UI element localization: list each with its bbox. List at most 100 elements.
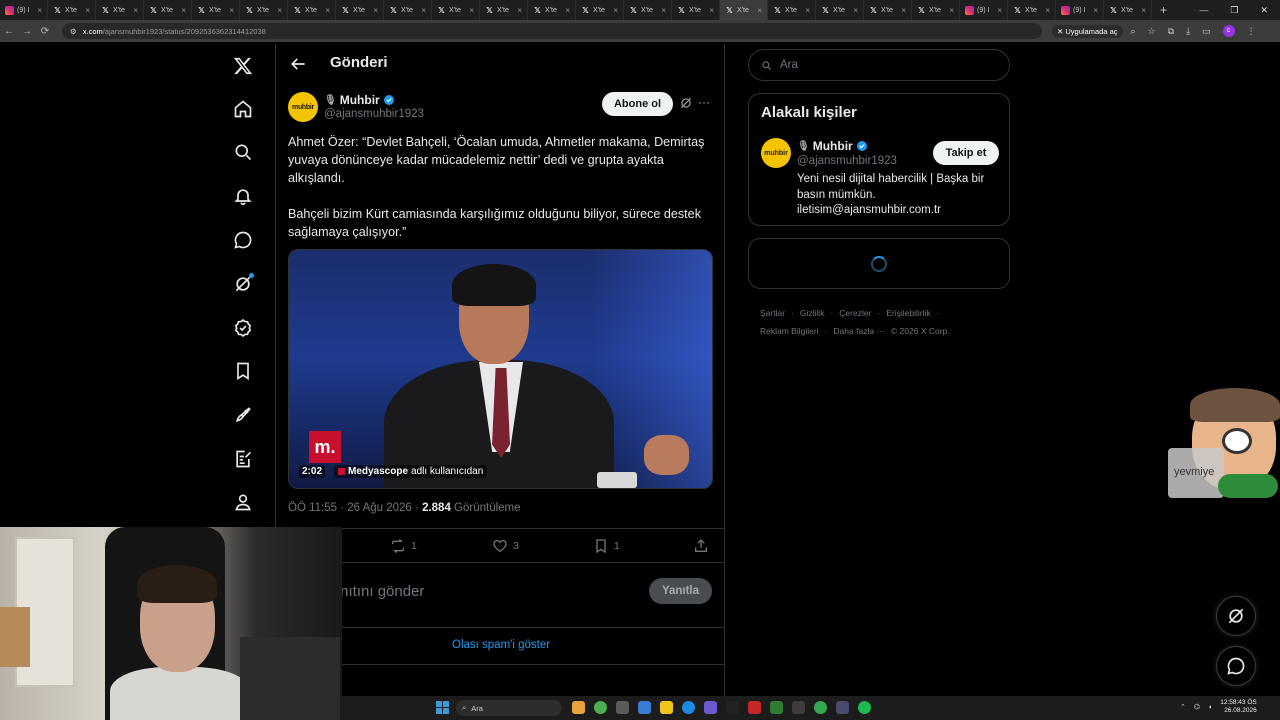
browser-tab[interactable]: 𝕏 X'te × xyxy=(768,0,816,20)
tab-close-icon[interactable]: × xyxy=(277,6,282,15)
tab-close-icon[interactable]: × xyxy=(373,6,378,15)
forward-nav-icon[interactable]: → xyxy=(18,26,36,37)
chrome-active-app-icon[interactable] xyxy=(814,701,827,714)
footer-link[interactable]: Çerezler xyxy=(839,308,871,318)
taskbar-clock[interactable]: 12:58:43 ÖS 26.08.2026 xyxy=(1220,699,1257,715)
browser-tab[interactable]: 𝕏 X'te × xyxy=(48,0,96,20)
footer-link[interactable]: Şartlar xyxy=(760,308,785,318)
tab-close-icon[interactable]: × xyxy=(997,6,1002,15)
browser-tab[interactable]: 𝕏 X'te × xyxy=(816,0,864,20)
repost-button[interactable]: 1 xyxy=(390,538,417,554)
browser-tab[interactable]: (9) I × xyxy=(1056,0,1104,20)
browser-tab[interactable]: 𝕏 X'te × xyxy=(864,0,912,20)
reply-input[interactable]: ınıtını gönder xyxy=(336,583,424,600)
chrome-app-icon[interactable] xyxy=(594,701,607,714)
tab-close-icon[interactable]: × xyxy=(421,6,426,15)
show-spam-link[interactable]: Olası spam'i göster xyxy=(452,639,550,651)
browser-tab[interactable]: 𝕏 X'te × xyxy=(576,0,624,20)
search-box[interactable] xyxy=(748,49,1010,81)
x-logo-icon[interactable] xyxy=(231,54,255,78)
tab-close-icon[interactable]: × xyxy=(901,6,906,15)
taskbar-app-icon[interactable] xyxy=(704,701,717,714)
tab-close-icon[interactable]: × xyxy=(949,6,954,15)
notifications-bell-icon[interactable] xyxy=(231,184,255,208)
share-button[interactable] xyxy=(693,538,709,554)
close-window-icon[interactable]: ✕ xyxy=(1260,5,1268,16)
tab-close-icon[interactable]: × xyxy=(181,6,186,15)
site-info-icon[interactable]: ⚙ xyxy=(70,27,77,36)
network-icon[interactable]: ⌬ xyxy=(1194,703,1200,711)
like-button[interactable]: 3 xyxy=(492,538,519,554)
browser-tab[interactable]: 𝕏 X'te × xyxy=(1104,0,1152,20)
sidebar-icon[interactable]: ▭ xyxy=(1202,26,1211,37)
footer-link[interactable]: Reklam Bilgileri xyxy=(760,326,819,336)
tab-close-icon[interactable]: × xyxy=(565,6,570,15)
related-bio-email[interactable]: iletisim@ajansmuhbir.com.tr xyxy=(797,203,1002,219)
taskbar-app-icon[interactable] xyxy=(770,701,783,714)
download-icon[interactable]: ⤓ xyxy=(1186,26,1190,37)
taskbar-app-icon[interactable] xyxy=(792,701,805,714)
subscribe-button[interactable]: Abone ol xyxy=(602,92,673,116)
footer-link[interactable]: Daha fazla ··· xyxy=(833,326,885,336)
browser-tab[interactable]: 𝕏 X'te × xyxy=(96,0,144,20)
messages-chat-icon[interactable] xyxy=(231,228,255,252)
tab-close-icon[interactable]: × xyxy=(325,6,330,15)
video-player[interactable]: m. 2:02 Medyascope adlı kullanıcıdan xyxy=(288,249,713,489)
tab-close-icon[interactable]: × xyxy=(85,6,90,15)
grok-explain-icon[interactable] xyxy=(679,96,693,110)
back-arrow-icon[interactable] xyxy=(288,54,308,74)
tab-close-icon[interactable]: × xyxy=(1141,6,1146,15)
browser-tab[interactable]: 𝕏 X'te × xyxy=(432,0,480,20)
browser-tab[interactable]: 𝕏 X'te × xyxy=(384,0,432,20)
browser-tab[interactable]: 𝕏 X'te × xyxy=(1008,0,1056,20)
file-explorer-icon[interactable] xyxy=(660,701,673,714)
browser-tab[interactable]: 𝕏 X'te × xyxy=(144,0,192,20)
taskbar-app-icon[interactable] xyxy=(726,701,739,714)
follow-button[interactable]: Takip et xyxy=(933,141,999,165)
tab-close-icon[interactable]: × xyxy=(469,6,474,15)
author-name-row[interactable]: 🎙 Muhbir xyxy=(324,93,395,107)
tab-close-icon[interactable]: × xyxy=(853,6,858,15)
author-avatar[interactable]: muhbir xyxy=(288,92,318,122)
browser-tab[interactable]: (9) I × xyxy=(0,0,48,20)
browser-tab[interactable]: 𝕏 X'te × xyxy=(912,0,960,20)
browser-tab[interactable]: (9) I × xyxy=(960,0,1008,20)
browser-tab[interactable]: 𝕏 X'te × xyxy=(672,0,720,20)
communities-edit-icon[interactable] xyxy=(231,447,255,471)
new-tab-button[interactable]: + xyxy=(1152,3,1175,17)
home-icon[interactable] xyxy=(231,97,255,121)
edge-app-icon[interactable] xyxy=(682,701,695,714)
bookmarks-icon[interactable] xyxy=(231,359,255,383)
tab-close-icon[interactable]: × xyxy=(805,6,810,15)
tab-close-icon[interactable]: × xyxy=(709,6,714,15)
tab-close-icon[interactable]: × xyxy=(133,6,138,15)
related-avatar[interactable]: muhbir xyxy=(761,138,791,168)
bookmark-button[interactable]: 1 xyxy=(593,538,620,554)
tab-close-icon[interactable]: × xyxy=(517,6,522,15)
volume-icon[interactable]: ◖ xyxy=(1208,704,1212,711)
taskbar-app-icon[interactable] xyxy=(572,701,585,714)
browser-tab[interactable]: 𝕏 X'te × xyxy=(480,0,528,20)
footer-link[interactable]: © 2026 X Corp. xyxy=(891,326,950,336)
reload-icon[interactable]: ⟳ xyxy=(36,26,54,37)
browser-tab[interactable]: 𝕏 X'te × xyxy=(720,0,768,20)
reply-button[interactable]: Yanıtla xyxy=(649,578,712,604)
related-name-row[interactable]: 🎙 Muhbir xyxy=(797,139,868,153)
tab-close-icon[interactable]: × xyxy=(661,6,666,15)
minimize-icon[interactable]: — xyxy=(1199,5,1208,16)
tab-close-icon[interactable]: × xyxy=(757,6,762,15)
related-handle[interactable]: @ajansmuhbir1923 xyxy=(797,155,897,167)
url-field[interactable]: ⚙ x.com/ajansmuhbir1923/status/209253636… xyxy=(62,23,1042,39)
tab-close-icon[interactable]: × xyxy=(1045,6,1050,15)
profile-avatar[interactable]: c xyxy=(1222,25,1235,37)
tab-close-icon[interactable]: × xyxy=(37,6,42,15)
browser-tab[interactable]: 𝕏 X'te × xyxy=(240,0,288,20)
taskbar-app-icon[interactable] xyxy=(836,701,849,714)
back-nav-icon[interactable]: ← xyxy=(0,26,18,37)
tab-close-icon[interactable]: × xyxy=(1093,6,1098,15)
browser-tab[interactable]: 𝕏 X'te × xyxy=(288,0,336,20)
more-options-icon[interactable]: ··· xyxy=(698,95,710,109)
footer-link[interactable]: Erişilebilirlik xyxy=(886,308,930,318)
browser-tab[interactable]: 𝕏 X'te × xyxy=(192,0,240,20)
taskbar-app-icon[interactable] xyxy=(638,701,651,714)
